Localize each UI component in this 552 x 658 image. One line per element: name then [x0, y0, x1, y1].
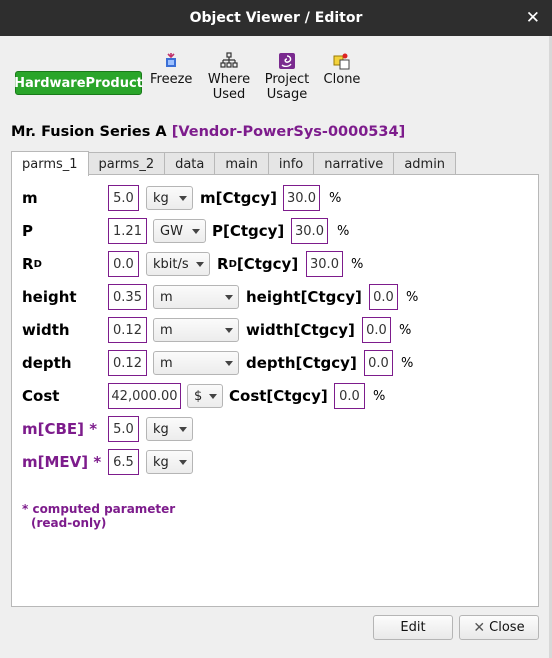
cost-ctgcy-percent: % — [373, 388, 386, 404]
m-cbe-value: 5.0 — [108, 416, 139, 442]
m-mev-value: 6.5 — [108, 449, 139, 475]
width-ctgcy-field[interactable]: 0.0 — [362, 317, 391, 343]
width-ctgcy-percent: % — [399, 322, 412, 338]
tab-narrative[interactable]: narrative — [314, 152, 395, 175]
clone-icon — [333, 53, 350, 70]
width-unit-select[interactable]: m — [153, 318, 239, 342]
cost-ctgcy-field[interactable]: 0.0 — [334, 383, 365, 409]
close-button[interactable]: ✕ Close — [459, 615, 539, 640]
where-used-button[interactable]: Where Used — [207, 52, 251, 102]
tab-bar: parms_1 parms_2 data main info narrative… — [11, 151, 457, 176]
param-label-cost: Cost — [22, 387, 60, 405]
height-ctgcy-field[interactable]: 0.0 — [369, 284, 398, 310]
height-ctgcy-label: height[Ctgcy] — [246, 288, 362, 306]
chevron-down-icon — [179, 196, 187, 201]
edit-button[interactable]: Edit — [373, 615, 453, 640]
p-ctgcy-field[interactable]: 30.0 — [291, 218, 328, 244]
chevron-down-icon — [179, 427, 187, 432]
computed-note: * computed parameter (read-only) — [22, 502, 175, 530]
width-value-field[interactable]: 0.12 — [108, 317, 147, 343]
close-icon: ✕ — [473, 619, 486, 636]
project-swirl-icon — [279, 53, 295, 69]
m-ctgcy-label: m[Ctgcy] — [200, 189, 277, 207]
param-label-width: width — [22, 321, 70, 339]
chevron-down-icon — [192, 229, 200, 234]
param-label-rd: RD — [22, 255, 42, 273]
chevron-down-icon — [225, 295, 233, 300]
freeze-button[interactable]: Freeze — [150, 52, 192, 87]
m-unit-select[interactable]: kg — [146, 186, 193, 210]
depth-unit-select[interactable]: m — [153, 351, 239, 375]
m-ctgcy-field[interactable]: 30.0 — [283, 185, 320, 211]
height-value-field[interactable]: 0.35 — [108, 284, 147, 310]
freeze-icon — [166, 53, 176, 67]
m-cbe-unit-select[interactable]: kg — [146, 417, 193, 441]
project-usage-label: Project Usage — [264, 72, 310, 102]
where-used-label: Where Used — [207, 72, 251, 102]
width-ctgcy-label: width[Ctgcy] — [246, 321, 355, 339]
depth-ctgcy-field[interactable]: 0.0 — [364, 350, 393, 376]
clone-label: Clone — [323, 72, 361, 87]
p-ctgcy-label: P[Ctgcy] — [212, 222, 285, 240]
p-ctgcy-percent: % — [337, 223, 350, 239]
clone-button[interactable]: Clone — [323, 52, 361, 87]
tab-info[interactable]: info — [268, 152, 315, 175]
tab-parms-1[interactable]: parms_1 — [11, 151, 89, 176]
chevron-down-icon — [225, 361, 233, 366]
rd-ctgcy-percent: % — [351, 256, 364, 272]
object-heading: Mr. Fusion Series A [Vendor-PowerSys-000… — [11, 124, 405, 140]
cost-unit-select[interactable]: $ — [187, 384, 223, 408]
project-usage-button[interactable]: Project Usage — [263, 52, 311, 102]
m-mev-unit-select[interactable]: kg — [146, 450, 193, 474]
object-type-badge: HardwareProduct — [14, 71, 143, 95]
tab-parms-2[interactable]: parms_2 — [88, 152, 166, 175]
close-button-label: Close — [489, 620, 525, 635]
rd-value-field[interactable]: 0.0 — [108, 251, 139, 277]
title-bar: Object Viewer / Editor ✕ — [0, 0, 552, 36]
close-window-icon[interactable]: ✕ — [526, 8, 540, 28]
computed-note-line1: * computed parameter — [22, 502, 176, 516]
param-label-p: P — [22, 222, 33, 240]
cost-value-field[interactable]: 42,000.00 — [108, 383, 181, 409]
p-unit-select[interactable]: GW — [153, 219, 206, 243]
chevron-down-icon — [225, 328, 233, 333]
chevron-down-icon — [196, 262, 204, 267]
param-label-m-mev: m[MEV] * — [22, 453, 102, 471]
rd-unit-select[interactable]: kbit/s — [146, 252, 210, 276]
depth-ctgcy-percent: % — [401, 355, 414, 371]
m-ctgcy-percent: % — [329, 190, 342, 206]
depth-ctgcy-label: depth[Ctgcy] — [246, 354, 357, 372]
tab-data[interactable]: data — [165, 152, 216, 175]
tree-hierarchy-icon — [220, 52, 238, 68]
object-id: [Vendor-PowerSys-0000534] — [171, 124, 406, 140]
freeze-label: Freeze — [150, 72, 193, 87]
rd-ctgcy-field[interactable]: 30.0 — [306, 251, 343, 277]
m-value-field[interactable]: 5.0 — [108, 185, 139, 211]
height-ctgcy-percent: % — [406, 289, 419, 305]
param-label-depth: depth — [22, 354, 72, 372]
param-label-m-cbe: m[CBE] * — [22, 420, 98, 438]
object-name: Mr. Fusion Series A — [11, 124, 167, 140]
param-label-height: height — [22, 288, 77, 306]
cost-ctgcy-label: Cost[Ctgcy] — [229, 387, 328, 405]
height-unit-select[interactable]: m — [153, 285, 239, 309]
tab-admin[interactable]: admin — [394, 152, 457, 175]
p-value-field[interactable]: 1.21 — [108, 218, 147, 244]
window-title: Object Viewer / Editor — [189, 10, 363, 26]
chevron-down-icon — [179, 460, 187, 465]
tab-main[interactable]: main — [215, 152, 269, 175]
param-label-m: m — [22, 189, 38, 207]
chevron-down-icon — [209, 394, 217, 399]
depth-value-field[interactable]: 0.12 — [108, 350, 147, 376]
rd-ctgcy-label: R D [Ctgcy] — [217, 255, 299, 273]
computed-note-line2: (read-only) — [31, 516, 107, 530]
